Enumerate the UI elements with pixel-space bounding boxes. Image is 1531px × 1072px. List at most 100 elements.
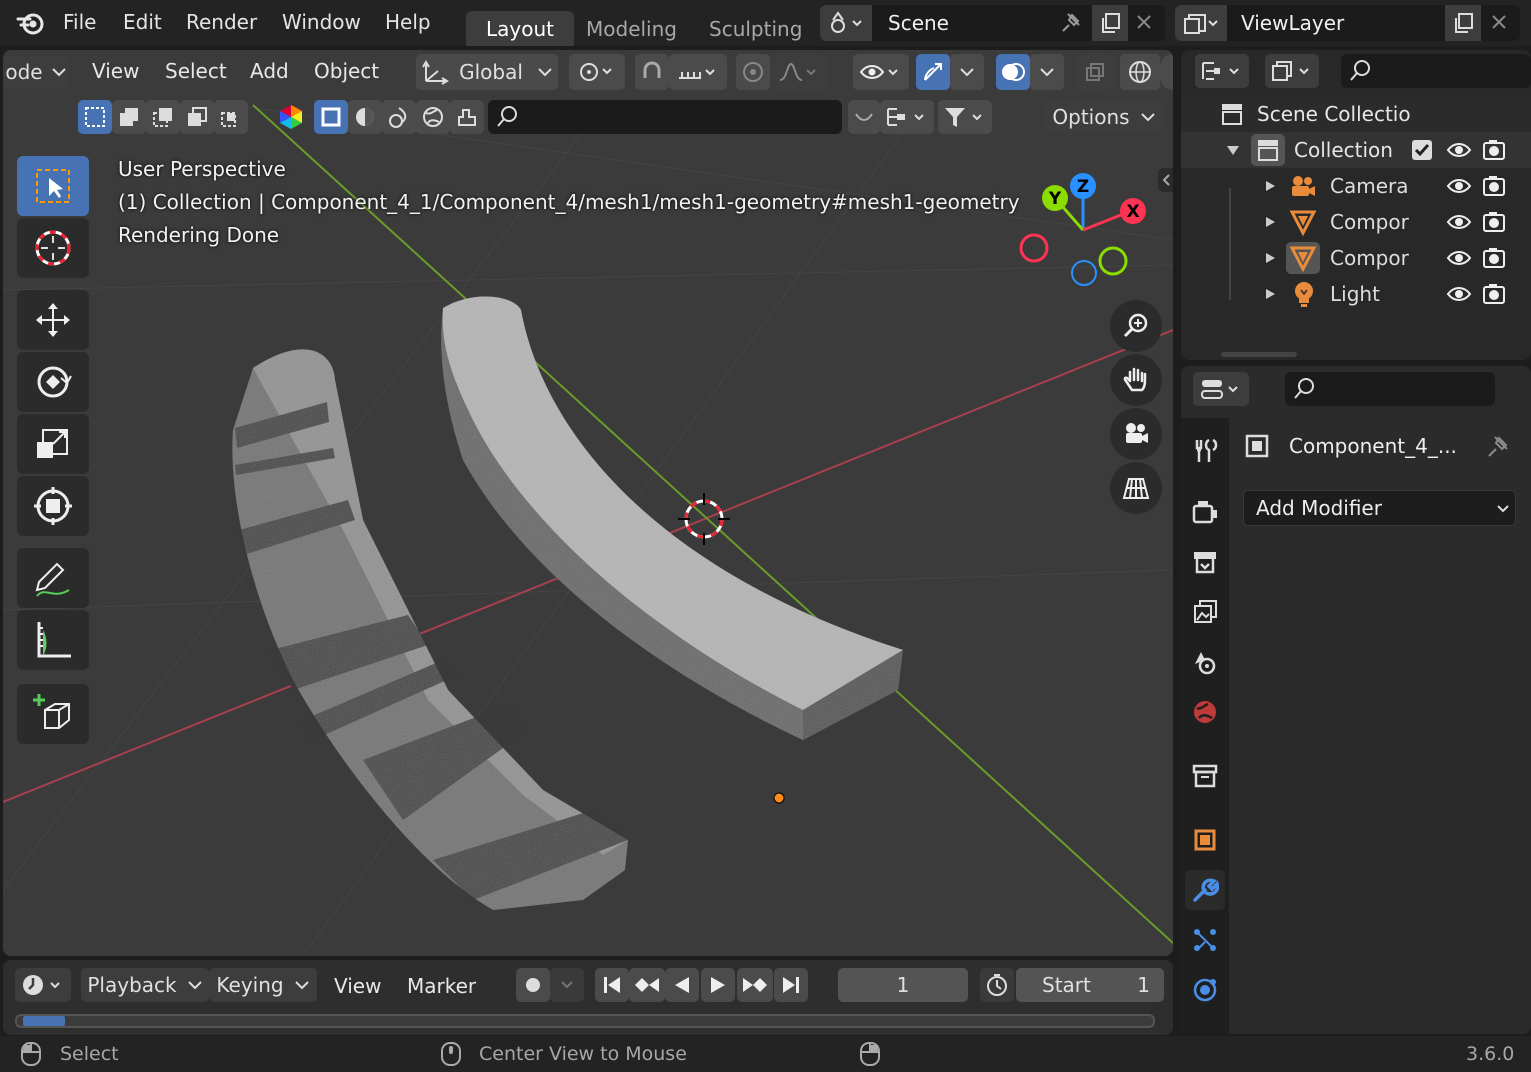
next-keyframe-icon[interactable] bbox=[737, 968, 773, 1002]
tool-add-cube[interactable] bbox=[17, 684, 89, 744]
expand-arrow-icon[interactable] bbox=[1263, 251, 1277, 265]
expand-arrow-icon[interactable] bbox=[1263, 215, 1277, 229]
viewport-scene[interactable] bbox=[3, 50, 1173, 956]
outliner-item-component-2[interactable]: Compor bbox=[1181, 240, 1531, 276]
editor-type-icon[interactable] bbox=[1193, 372, 1249, 406]
jump-start-icon[interactable] bbox=[595, 968, 629, 1002]
world-tab-icon[interactable] bbox=[1185, 692, 1225, 732]
camera-render-icon[interactable] bbox=[1481, 245, 1507, 271]
scene-filter-icon[interactable] bbox=[450, 100, 484, 134]
wireframe-shading-icon[interactable] bbox=[1120, 54, 1160, 90]
playhead[interactable] bbox=[23, 1016, 65, 1026]
tool-cursor[interactable] bbox=[17, 218, 89, 278]
select-intersect-icon[interactable] bbox=[214, 100, 248, 134]
play-icon[interactable] bbox=[701, 968, 735, 1002]
scene-icon[interactable] bbox=[820, 5, 872, 41]
record-options-icon[interactable] bbox=[550, 968, 584, 1002]
outliner-search-input[interactable] bbox=[1341, 54, 1531, 88]
playback-menu[interactable]: Playback bbox=[81, 968, 209, 1002]
outliner-item-component-1[interactable]: Compor bbox=[1181, 204, 1531, 240]
menu-render[interactable]: Render bbox=[186, 10, 257, 34]
expand-arrow-icon[interactable] bbox=[1263, 179, 1277, 193]
object-filter-icon[interactable] bbox=[314, 100, 348, 134]
expand-arrow-icon[interactable] bbox=[1263, 287, 1277, 301]
tab-modeling[interactable]: Modeling bbox=[566, 11, 697, 46]
keying-menu[interactable]: Keying bbox=[209, 968, 317, 1002]
eye-icon[interactable] bbox=[1446, 282, 1472, 306]
outliner-display-mode-icon[interactable] bbox=[1195, 54, 1249, 88]
modifier-tab-icon[interactable] bbox=[1185, 870, 1225, 910]
overlays-dropdown-icon[interactable] bbox=[1030, 54, 1064, 90]
perspective-toggle-icon[interactable] bbox=[1110, 462, 1162, 514]
record-icon[interactable] bbox=[516, 968, 550, 1002]
gizmo-neg-z-axis[interactable] bbox=[1071, 260, 1097, 286]
right-mesh-object[interactable] bbox=[441, 296, 903, 740]
prev-keyframe-icon[interactable] bbox=[629, 968, 665, 1002]
outliner-item-camera[interactable]: Camera bbox=[1181, 168, 1531, 204]
tool-measure[interactable] bbox=[17, 610, 89, 670]
blender-logo-icon[interactable] bbox=[16, 9, 46, 37]
timeline-scrollbar[interactable] bbox=[15, 1014, 1155, 1028]
pin-icon[interactable] bbox=[1060, 11, 1082, 35]
tab-layout[interactable]: Layout bbox=[466, 11, 574, 46]
menu-help[interactable]: Help bbox=[385, 10, 431, 34]
menu-window[interactable]: Window bbox=[282, 10, 361, 34]
eye-icon[interactable] bbox=[1446, 210, 1472, 234]
gizmo-toggle-icon[interactable] bbox=[916, 54, 950, 90]
camera-view-icon[interactable] bbox=[1110, 408, 1162, 460]
snap-toggle-icon[interactable] bbox=[635, 54, 669, 90]
render-tab-icon[interactable] bbox=[1185, 492, 1225, 532]
close-icon[interactable] bbox=[1135, 13, 1153, 31]
xray-toggle-icon[interactable] bbox=[1076, 54, 1114, 90]
menu-view[interactable]: View bbox=[92, 59, 139, 83]
physics-tab-icon[interactable] bbox=[1185, 970, 1225, 1010]
world-filter-icon[interactable] bbox=[416, 100, 450, 134]
solid-shading-icon[interactable] bbox=[1160, 54, 1173, 90]
filter-funnel-icon[interactable] bbox=[938, 100, 992, 134]
eye-icon[interactable] bbox=[1446, 246, 1472, 270]
3d-viewport[interactable]: ode View Select Add Object Global Option… bbox=[3, 50, 1173, 956]
view-layer-tab-icon[interactable] bbox=[1185, 592, 1225, 632]
outliner-collection[interactable]: Collection bbox=[1181, 132, 1531, 168]
view-layer-selector[interactable]: ViewLayer bbox=[1175, 5, 1520, 41]
play-reverse-icon[interactable] bbox=[665, 968, 699, 1002]
pivot-point-icon[interactable] bbox=[569, 54, 625, 90]
overlays-toggle-icon[interactable] bbox=[996, 54, 1030, 90]
menu-add[interactable]: Add bbox=[250, 59, 289, 83]
collection-tab-icon[interactable] bbox=[1185, 756, 1225, 796]
eye-icon[interactable] bbox=[1446, 174, 1472, 198]
tab-sculpting[interactable]: Sculpting bbox=[689, 11, 822, 46]
camera-render-icon[interactable] bbox=[1481, 209, 1507, 235]
select-new-icon[interactable] bbox=[78, 100, 112, 134]
particles-tab-icon[interactable] bbox=[1185, 920, 1225, 960]
tool-select-box[interactable] bbox=[17, 156, 89, 216]
outliner-filter-icon[interactable] bbox=[1265, 54, 1319, 88]
material-filter-icon[interactable] bbox=[348, 100, 382, 134]
gizmo-neg-x-axis[interactable] bbox=[1019, 233, 1049, 263]
tool-tab-icon[interactable] bbox=[1185, 430, 1225, 470]
options-dropdown[interactable]: Options bbox=[1046, 100, 1162, 134]
add-modifier-dropdown[interactable]: Add Modifier bbox=[1243, 490, 1516, 526]
outliner-display-icon[interactable] bbox=[880, 100, 934, 134]
mode-selector[interactable]: ode bbox=[3, 56, 69, 88]
jump-end-icon[interactable] bbox=[774, 968, 808, 1002]
outliner-scrollbar[interactable] bbox=[1221, 352, 1297, 357]
menu-object[interactable]: Object bbox=[314, 59, 379, 83]
camera-render-icon[interactable] bbox=[1481, 137, 1507, 163]
visibility-icon[interactable] bbox=[853, 54, 909, 90]
navigation-gizmo[interactable]: Z Y X bbox=[1013, 168, 1163, 293]
expand-arrow-icon[interactable] bbox=[1225, 142, 1241, 158]
proportional-edit-icon[interactable] bbox=[736, 54, 770, 90]
tool-annotate[interactable] bbox=[17, 548, 89, 608]
outliner-item-light[interactable]: Light bbox=[1181, 276, 1531, 312]
close-icon[interactable] bbox=[1490, 13, 1508, 31]
scene-name[interactable]: Scene bbox=[888, 11, 949, 35]
new-scene-icon[interactable] bbox=[1092, 5, 1128, 41]
menu-file[interactable]: File bbox=[63, 10, 96, 34]
menu-select[interactable]: Select bbox=[165, 59, 227, 83]
falloff-icon[interactable] bbox=[770, 54, 828, 90]
view-layer-name[interactable]: ViewLayer bbox=[1241, 11, 1344, 35]
texture-filter-icon[interactable] bbox=[382, 100, 416, 134]
gizmo-neg-y-axis[interactable] bbox=[1098, 246, 1128, 276]
timeline-menu-marker[interactable]: Marker bbox=[407, 974, 476, 998]
